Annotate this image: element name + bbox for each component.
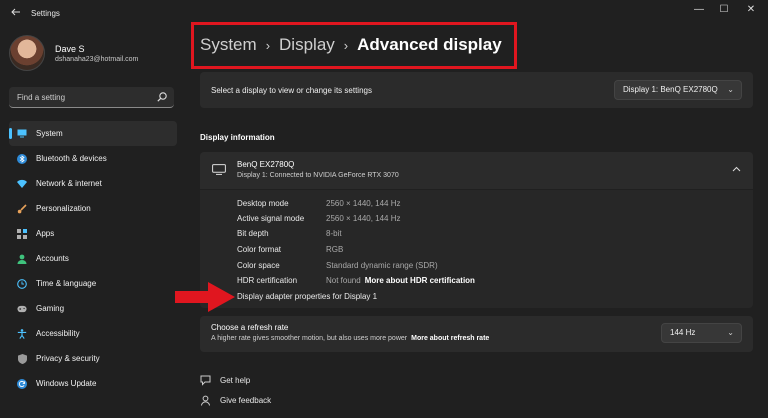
info-key: Color space xyxy=(237,261,280,270)
info-value: 2560 × 1440, 144 Hz xyxy=(326,199,401,208)
app-title: Settings xyxy=(31,9,60,18)
monitor-icon xyxy=(17,129,27,139)
sidebar-item-accounts[interactable]: Accounts xyxy=(9,246,177,271)
display-info-header[interactable]: BenQ EX2780Q Display 1: Connected to NVI… xyxy=(200,152,753,189)
user-email: dshanaha23@hotmail.com xyxy=(55,56,139,63)
refresh-rate-description: A higher rate gives smoother motion, but… xyxy=(211,335,489,342)
info-key: Active signal mode xyxy=(237,214,305,223)
close-button[interactable]: ✕ xyxy=(740,3,762,17)
sidebar-item-label: Apps xyxy=(36,229,55,238)
monitor-connection: Display 1: Connected to NVIDIA GeForce R… xyxy=(237,172,399,179)
refresh-rate-card: Choose a refresh rate A higher rate give… xyxy=(200,316,753,352)
sidebar-item-label: Network & internet xyxy=(36,179,102,188)
sidebar-item-label: Accounts xyxy=(36,254,69,263)
info-value: Standard dynamic range (SDR) xyxy=(326,261,438,270)
gamepad-icon xyxy=(17,304,27,314)
info-key: Desktop mode xyxy=(237,199,289,208)
apps-icon xyxy=(17,228,27,239)
chevron-up-icon[interactable] xyxy=(732,166,741,172)
info-value: 2560 × 1440, 144 Hz xyxy=(326,214,401,223)
give-feedback-label: Give feedback xyxy=(220,396,272,405)
info-value: RGB xyxy=(326,245,344,254)
display-adapter-properties-link[interactable]: Display adapter properties for Display 1 xyxy=(237,292,377,301)
bluetooth-icon xyxy=(17,153,27,164)
brush-icon xyxy=(17,203,27,214)
accessibility-icon xyxy=(17,328,27,339)
hdr-certification-link[interactable]: More about HDR certification xyxy=(365,276,475,285)
sidebar-item-label: Gaming xyxy=(36,304,65,313)
monitor-icon xyxy=(212,164,226,175)
select-display-card: Select a display to view or change its s… xyxy=(200,72,753,108)
breadcrumb-separator: › xyxy=(343,37,349,53)
page-title: Advanced display xyxy=(357,35,502,54)
update-icon xyxy=(17,378,27,389)
info-value: Not found More about HDR certification xyxy=(326,276,475,285)
search-icon[interactable] xyxy=(156,91,168,103)
give-feedback-link[interactable]: Give feedback xyxy=(200,395,271,406)
monitor-name: BenQ EX2780Q xyxy=(237,160,295,169)
select-display-label: Select a display to view or change its s… xyxy=(211,86,372,95)
wifi-icon xyxy=(17,179,27,189)
display-select-dropdown[interactable]: Display 1: BenQ EX2780Q ⌄ xyxy=(614,80,742,100)
sidebar-item-accessibility[interactable]: Accessibility xyxy=(9,321,177,346)
get-help-link[interactable]: Get help xyxy=(200,375,250,386)
refresh-rate-title: Choose a refresh rate xyxy=(211,323,289,332)
sidebar-item-apps[interactable]: Apps xyxy=(9,221,177,246)
info-key: HDR certification xyxy=(237,276,298,285)
sidebar-item-system[interactable]: System xyxy=(9,121,177,146)
sidebar-item-label: Bluetooth & devices xyxy=(36,154,107,163)
breadcrumb-display[interactable]: Display xyxy=(279,35,335,55)
refresh-rate-desc-text: A higher rate gives smoother motion, but… xyxy=(211,335,408,342)
sidebar-item-network[interactable]: Network & internet xyxy=(9,171,177,196)
sidebar-item-gaming[interactable]: Gaming xyxy=(9,296,177,321)
globe-clock-icon xyxy=(17,278,27,289)
sidebar-item-label: Accessibility xyxy=(36,329,80,338)
info-value: 8-bit xyxy=(326,229,342,238)
breadcrumb-system[interactable]: System xyxy=(200,35,257,55)
avatar[interactable] xyxy=(9,35,45,71)
display-info-body: Desktop mode 2560 × 1440, 144 Hz Active … xyxy=(200,190,753,308)
chevron-down-icon: ⌄ xyxy=(727,85,734,94)
sidebar-item-windows-update[interactable]: Windows Update xyxy=(9,371,177,396)
sidebar-item-personalization[interactable]: Personalization xyxy=(9,196,177,221)
hdr-status: Not found xyxy=(326,276,361,285)
info-key: Color format xyxy=(237,245,282,254)
sidebar-item-bluetooth[interactable]: Bluetooth & devices xyxy=(9,146,177,171)
shield-icon xyxy=(17,353,27,364)
sidebar-item-label: System xyxy=(36,129,63,138)
refresh-rate-dropdown[interactable]: 144 Hz ⌄ xyxy=(661,323,742,343)
sidebar-item-label: Personalization xyxy=(36,204,91,213)
help-icon xyxy=(200,375,211,386)
person-icon xyxy=(17,254,27,264)
user-name: Dave S xyxy=(55,44,85,54)
refresh-rate-value: 144 Hz xyxy=(670,328,696,337)
breadcrumb-separator: › xyxy=(265,37,271,53)
back-button[interactable] xyxy=(8,6,24,22)
minimize-button[interactable]: — xyxy=(688,3,710,17)
sidebar-item-label: Windows Update xyxy=(36,379,97,388)
red-arrow-annotation xyxy=(175,282,235,312)
sidebar-item-time-language[interactable]: Time & language xyxy=(9,271,177,296)
search-input[interactable] xyxy=(17,90,152,104)
refresh-rate-link[interactable]: More about refresh rate xyxy=(411,335,489,342)
maximize-button[interactable]: ☐ xyxy=(713,3,735,17)
breadcrumb: System › Display › Advanced display xyxy=(200,35,502,55)
section-heading-display-information: Display information xyxy=(200,133,275,142)
sidebar-item-label: Privacy & security xyxy=(36,354,100,363)
back-arrow-icon xyxy=(11,8,20,16)
info-key: Bit depth xyxy=(237,229,269,238)
display-select-value: Display 1: BenQ EX2780Q xyxy=(623,85,718,94)
sidebar-item-privacy-security[interactable]: Privacy & security xyxy=(9,346,177,371)
chevron-down-icon: ⌄ xyxy=(727,328,734,337)
feedback-icon xyxy=(201,395,210,406)
search-box[interactable] xyxy=(9,87,174,108)
sidebar-nav: System Bluetooth & devices Network & int… xyxy=(9,121,177,396)
sidebar-item-label: Time & language xyxy=(36,279,97,288)
get-help-label: Get help xyxy=(220,376,251,385)
